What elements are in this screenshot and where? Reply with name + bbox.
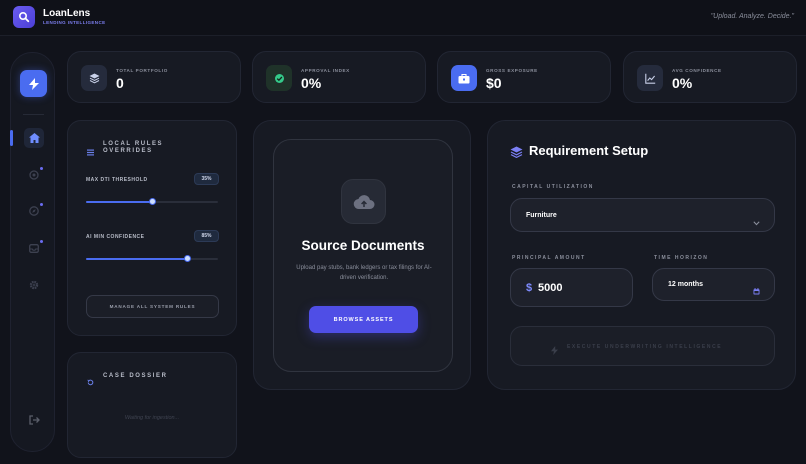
time-horizon-select[interactable]: 12 months <box>652 268 775 301</box>
dti-slider[interactable] <box>86 198 218 205</box>
stat-value: $0 <box>486 75 502 91</box>
section-title: LOCAL RULES OVERRIDES <box>103 141 163 155</box>
slider-thumb[interactable] <box>148 198 156 205</box>
cloud-upload-icon <box>341 179 386 224</box>
confidence-slider[interactable] <box>86 255 218 262</box>
logout-icon[interactable] <box>24 410 44 430</box>
bolt-icon <box>551 342 558 360</box>
field-label: TIME HORIZON <box>654 255 709 261</box>
stat-label: GROSS EXPOSURE <box>486 68 538 73</box>
slider-fill <box>86 201 152 203</box>
chevron-down-icon <box>753 213 760 231</box>
brand-name: LoanLens <box>43 8 91 19</box>
logo-icon[interactable] <box>13 6 35 28</box>
section-title-line: OVERRIDES <box>103 148 153 154</box>
stat-value: 0% <box>672 75 693 91</box>
notification-dot <box>40 240 43 243</box>
local-rules-panel: LOCAL RULES OVERRIDES MAX DTI THRESHOLD … <box>67 120 237 336</box>
stat-value: 0% <box>301 75 322 91</box>
list-icon <box>87 143 94 161</box>
stat-label: TOTAL PORTFOLIO <box>116 68 168 73</box>
manage-rules-button[interactable]: MANAGE ALL SYSTEM RULES <box>86 295 219 318</box>
layers-icon <box>510 145 523 163</box>
slider-value-badge: 35% <box>194 173 219 185</box>
notification-dot <box>40 203 43 206</box>
stat-label: AVG CONFIDENCE <box>672 68 722 73</box>
capital-utilization-select[interactable]: Furniture <box>510 198 775 232</box>
bolt-icon[interactable] <box>20 70 47 97</box>
browse-assets-button[interactable]: BROWSE ASSETS <box>309 306 418 333</box>
brand-subtitle: LENDING INTELLIGENCE <box>43 20 106 25</box>
check-circle-icon <box>266 65 292 91</box>
home-icon[interactable] <box>24 128 44 148</box>
app-header: LoanLens LENDING INTELLIGENCE "Upload. A… <box>0 0 806 36</box>
amount-value: 5000 <box>538 282 563 294</box>
requirement-panel: Requirement Setup CAPITAL UTILIZATION Fu… <box>487 120 796 390</box>
layers-icon <box>81 65 107 91</box>
stat-card-total-portfolio: TOTAL PORTFOLIO 0 <box>67 51 241 103</box>
empty-state-text: Waiting for ingestion... <box>124 415 180 421</box>
stat-card-approval-index: APPROVAL INDEX 0% <box>252 51 426 103</box>
stat-card-avg-confidence: AVG CONFIDENCE 0% <box>623 51 797 103</box>
currency-symbol: $ <box>526 282 533 294</box>
slider-fill <box>86 258 187 260</box>
execute-underwriting-button[interactable]: EXECUTE UNDERWRITING INTELLIGENCE <box>510 326 775 366</box>
slider-value-badge: 85% <box>194 230 219 242</box>
section-title: CASE DOSSIER <box>103 373 168 379</box>
notification-dot <box>40 167 43 170</box>
upload-description: Upload pay stubs, bank ledgers or tax fi… <box>296 265 432 281</box>
briefcase-icon <box>451 65 477 91</box>
stat-card-gross-exposure: GROSS EXPOSURE $0 <box>437 51 611 103</box>
sidebar-divider <box>23 114 44 115</box>
upload-panel: Source Documents Upload pay stubs, bank … <box>253 120 471 390</box>
select-value: Furniture <box>526 212 557 219</box>
history-icon <box>87 373 94 391</box>
stat-label: APPROVAL INDEX <box>301 68 350 73</box>
principal-amount-input[interactable]: $ 5000 <box>510 268 633 307</box>
horizon-value: 12 months <box>668 281 704 288</box>
active-indicator <box>10 130 13 146</box>
section-title-line: LOCAL RULES <box>103 141 164 147</box>
slider-thumb[interactable] <box>183 255 191 262</box>
calendar-icon <box>753 282 760 300</box>
execute-label: EXECUTE UNDERWRITING INTELLIGENCE <box>567 344 723 350</box>
field-label: CAPITAL UTILIZATION <box>512 184 594 190</box>
upload-dropzone[interactable]: Source Documents Upload pay stubs, bank … <box>273 139 453 372</box>
gear-icon[interactable] <box>24 275 44 295</box>
field-label: PRINCIPAL AMOUNT <box>512 255 586 261</box>
stat-value: 0 <box>116 75 124 91</box>
sidebar <box>10 52 55 452</box>
slider-label: AI MIN CONFIDENCE <box>86 234 145 240</box>
trend-icon <box>637 65 663 91</box>
tagline: "Upload. Analyze. Decide." <box>710 13 794 20</box>
case-dossier-panel: CASE DOSSIER Waiting for ingestion... <box>67 352 237 458</box>
upload-title: Source Documents <box>301 238 425 253</box>
slider-label: MAX DTI THRESHOLD <box>86 177 148 183</box>
panel-title: Requirement Setup <box>529 143 649 158</box>
